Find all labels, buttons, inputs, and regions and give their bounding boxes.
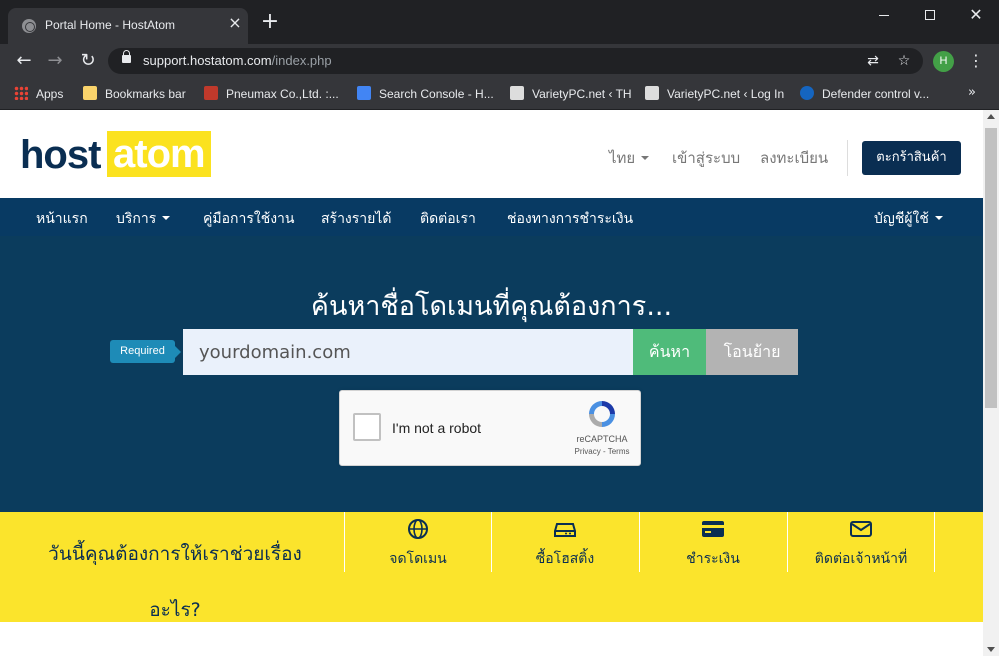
- recaptcha-logo-icon: [589, 401, 615, 427]
- globe-icon: [408, 519, 428, 539]
- bookmark-pneumax[interactable]: Pneumax Co.,Ltd. :...: [204, 86, 339, 102]
- bookmark-folder[interactable]: Bookmarks bar: [83, 86, 186, 102]
- nav-services[interactable]: บริการ: [116, 208, 171, 230]
- close-tab-icon[interactable]: ×: [226, 14, 244, 32]
- translate-icon[interactable]: ⇄: [864, 52, 882, 70]
- bookmark-varietypc-login[interactable]: VarietyPC.net ‹ Log In: [645, 86, 784, 102]
- scroll-up-arrow-icon[interactable]: [987, 114, 995, 119]
- required-badge: Required: [110, 340, 181, 363]
- web-page: host atom ไทย เข้าสู่ระบบ ลงทะเบียน ตะกร…: [0, 110, 983, 656]
- scroll-down-arrow-icon[interactable]: [987, 647, 995, 652]
- divider: [847, 140, 848, 176]
- back-arrow-icon[interactable]: ←: [12, 49, 36, 73]
- help-register-domain[interactable]: จดโดเมน: [344, 512, 491, 572]
- star-icon[interactable]: ☆: [895, 52, 913, 70]
- language-selector[interactable]: ไทย: [609, 146, 650, 170]
- help-section: วันนี้คุณต้องการให้เราช่วยเรื่อง อะไร? จด…: [0, 512, 983, 622]
- url-text[interactable]: support.hostatom.com/index.php: [143, 53, 332, 68]
- login-link[interactable]: เข้าสู่ระบบ: [672, 146, 740, 170]
- browser-titlebar: Portal Home - HostAtom × + ✕: [0, 0, 999, 44]
- globe-icon: [22, 19, 36, 33]
- logo-atom-text: atom: [107, 131, 211, 177]
- bookmarks-bar: Apps Bookmarks bar Pneumax Co.,Ltd. :...…: [0, 78, 999, 110]
- hero-title: ค้นหาชื่อโดเมนที่คุณต้องการ...: [310, 291, 673, 322]
- transfer-button[interactable]: โอนย้าย: [706, 329, 798, 375]
- nav-home[interactable]: หน้าแรก: [36, 208, 88, 230]
- help-label: จดโดเมน: [389, 551, 447, 567]
- bookmark-varietypc-th[interactable]: VarietyPC.net ‹ TH: [510, 86, 632, 102]
- reload-icon[interactable]: ↻: [76, 49, 100, 73]
- help-label: ชำระเงิน: [686, 551, 740, 567]
- recaptcha-widget: I'm not a robot reCAPTCHA Privacy - Term…: [339, 390, 641, 466]
- nav-manual[interactable]: คู่มือการใช้งาน: [203, 208, 294, 230]
- help-label: ติดต่อเจ้าหน้าที่: [814, 551, 908, 567]
- scroll-thumb[interactable]: [985, 128, 997, 408]
- search-console-icon: [357, 86, 371, 100]
- recaptcha-checkbox[interactable]: [353, 413, 381, 441]
- help-question: วันนี้คุณต้องการให้เราช่วยเรื่อง อะไร?: [48, 543, 302, 621]
- bookmark-search-console[interactable]: Search Console - H...: [357, 86, 494, 102]
- forward-arrow-icon[interactable]: →: [43, 49, 67, 73]
- varietypc-favicon-icon: [645, 86, 659, 100]
- cart-button[interactable]: ตะกร้าสินค้า: [862, 141, 961, 175]
- server-icon: [554, 523, 576, 537]
- tab-title: Portal Home - HostAtom: [45, 18, 176, 32]
- register-link[interactable]: ลงทะเบียน: [760, 146, 828, 170]
- recaptcha-brand: reCAPTCHA: [576, 434, 628, 444]
- browser-tab[interactable]: Portal Home - HostAtom ×: [8, 8, 248, 44]
- domain-search-input[interactable]: [183, 329, 633, 375]
- main-navigation: หน้าแรก บริการ คู่มือการใช้งาน สร้างรายไ…: [0, 198, 983, 236]
- nav-account[interactable]: บัญชีผู้ใช้: [874, 208, 943, 230]
- more-bookmarks-button[interactable]: »: [968, 85, 976, 100]
- apps-grid-icon: [14, 86, 28, 100]
- minimize-button[interactable]: [864, 4, 904, 28]
- address-bar[interactable]: support.hostatom.com/index.php ⇄ ☆: [108, 48, 923, 74]
- search-button[interactable]: ค้นหา: [633, 329, 706, 375]
- defender-favicon-icon: [800, 86, 814, 100]
- recaptcha-terms-link[interactable]: Privacy - Terms: [567, 447, 637, 456]
- close-window-button[interactable]: ✕: [956, 4, 996, 28]
- chevron-down-icon: [934, 216, 943, 220]
- varietypc-favicon-icon: [510, 86, 524, 100]
- browser-toolbar: ← → ↻ support.hostatom.com/index.php ⇄ ☆…: [0, 44, 999, 78]
- nav-earn[interactable]: สร้างรายได้: [321, 208, 391, 230]
- nav-contact[interactable]: ติดต่อเรา: [420, 208, 476, 230]
- maximize-button[interactable]: [910, 4, 950, 28]
- logo-host-text: host: [20, 133, 101, 177]
- profile-avatar[interactable]: H: [933, 51, 954, 72]
- nav-payment[interactable]: ช่องทางการชำระเงิน: [507, 208, 633, 230]
- bookmark-apps[interactable]: Apps: [14, 86, 63, 102]
- help-payment[interactable]: ชำระเงิน: [639, 512, 786, 572]
- chevron-down-icon: [162, 216, 171, 220]
- help-contact-staff[interactable]: ติดต่อเจ้าหน้าที่: [787, 512, 935, 572]
- lock-icon: [122, 50, 131, 63]
- help-label: ซื้อโฮสติ้ง: [535, 551, 595, 567]
- page-scrollbar[interactable]: [983, 110, 999, 656]
- menu-kebab-icon[interactable]: ⋮: [966, 50, 986, 72]
- domain-search-hero: ค้นหาชื่อโดเมนที่คุณต้องการ... Required …: [0, 236, 983, 512]
- help-buy-hosting[interactable]: ซื้อโฮสติ้ง: [491, 512, 638, 572]
- pneumax-favicon-icon: [204, 86, 218, 100]
- bookmark-defender-control[interactable]: Defender control v...: [800, 86, 929, 102]
- new-tab-button[interactable]: +: [260, 11, 280, 33]
- credit-card-icon: [702, 521, 724, 537]
- folder-icon: [83, 86, 97, 100]
- envelope-icon: [850, 521, 872, 537]
- chevron-down-icon: [641, 156, 650, 160]
- recaptcha-label: I'm not a robot: [392, 420, 482, 436]
